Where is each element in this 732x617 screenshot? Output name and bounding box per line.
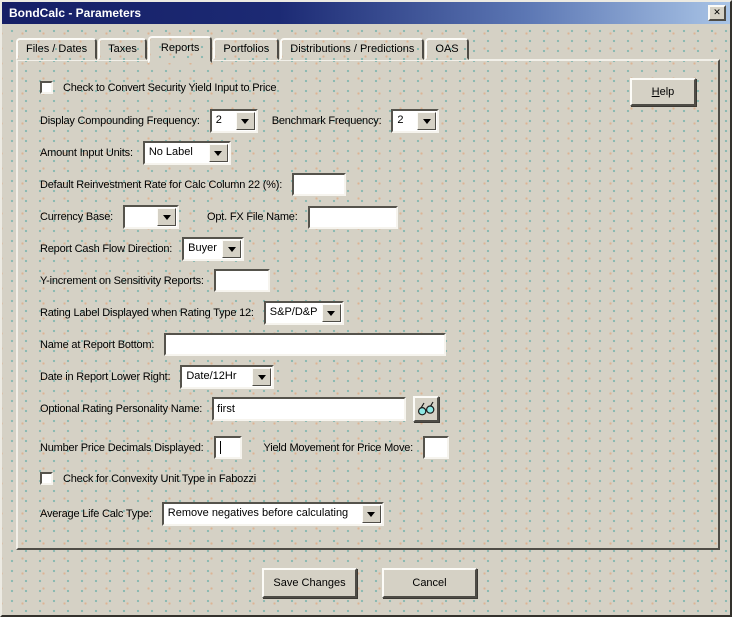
tab-distributions-predictions[interactable]: Distributions / Predictions [280, 38, 424, 60]
title-bar[interactable]: BondCalc - Parameters ✕ [2, 2, 730, 24]
save-changes-button[interactable]: Save Changes [262, 568, 357, 598]
close-icon: ✕ [713, 7, 721, 17]
tab-label: Distributions / Predictions [290, 43, 414, 55]
tab-taxes[interactable]: Taxes [98, 38, 147, 60]
reports-tab-page [16, 59, 720, 550]
tab-strip: Files / Dates Taxes Reports Portfolios D… [16, 38, 470, 60]
tab-files-dates[interactable]: Files / Dates [16, 38, 97, 60]
tab-reports[interactable]: Reports [148, 36, 213, 63]
tab-portfolios[interactable]: Portfolios [213, 38, 279, 60]
window-title: BondCalc - Parameters [9, 6, 141, 20]
tab-label: Taxes [108, 43, 137, 55]
tab-label: Files / Dates [26, 43, 87, 55]
tab-oas[interactable]: OAS [425, 38, 468, 60]
cancel-button[interactable]: Cancel [382, 568, 477, 598]
close-button[interactable]: ✕ [708, 5, 726, 21]
tab-label: Portfolios [223, 43, 269, 55]
dialog-window: BondCalc - Parameters ✕ Files / Dates Ta… [0, 0, 732, 617]
tab-label: Reports [161, 42, 200, 54]
tab-label: OAS [435, 43, 458, 55]
